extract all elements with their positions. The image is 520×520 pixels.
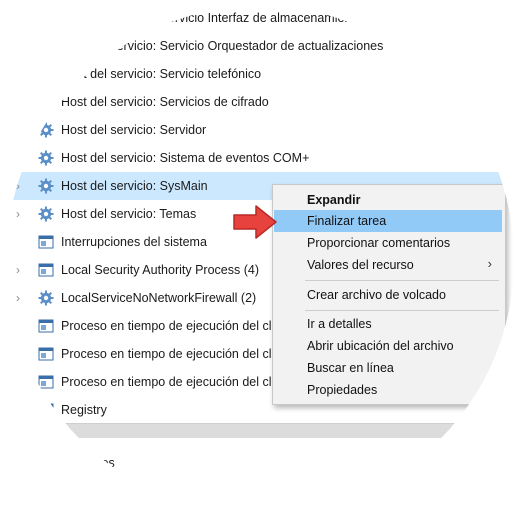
menu-item[interactable]: Ir a detalles xyxy=(274,313,502,335)
horizontal-scrollbar[interactable] xyxy=(0,423,520,438)
process-name: Host del servicio: Servicios de cifrado xyxy=(61,95,269,109)
process-name: Proceso en tiempo de ejecución del clien… xyxy=(61,347,299,361)
menu-item[interactable]: Buscar en línea xyxy=(274,357,502,379)
menu-item-label: Buscar en línea xyxy=(307,361,394,375)
window-icon xyxy=(38,346,54,362)
process-name: Host del servicio: Temas xyxy=(61,207,197,221)
window-icon xyxy=(38,262,54,278)
menu-separator xyxy=(305,280,499,281)
gear-icon xyxy=(38,290,54,306)
chevron-right-icon[interactable]: › xyxy=(16,263,26,277)
process-row[interactable]: Host del servicio: Sistema de eventos CO… xyxy=(0,144,520,172)
gear-icon xyxy=(38,66,54,82)
process-name: Proceso en tiempo de ejecución del clien… xyxy=(61,319,299,333)
window-icon xyxy=(38,402,54,418)
process-row[interactable]: Host del servicio: Servicio Orquestador … xyxy=(0,32,520,60)
menu-item[interactable]: Finalizar tarea xyxy=(274,210,502,232)
menu-separator xyxy=(305,310,499,311)
menu-item[interactable]: Abrir ubicación del archivo xyxy=(274,335,502,357)
window-icon xyxy=(38,374,54,390)
menu-item[interactable]: Propiedades xyxy=(274,379,502,401)
process-name: Host del servicio: Servidor xyxy=(61,123,207,137)
menu-item-label: Expandir xyxy=(307,193,361,207)
gear-icon xyxy=(38,122,54,138)
process-name: Host del servicio: Servicio Orquestador … xyxy=(61,39,384,53)
process-row[interactable]: Host del servicio: Servicios de cifrado xyxy=(0,88,520,116)
process-name: Host del servicio: Servicio Interfaz de … xyxy=(61,11,362,25)
submenu-arrow-icon: › xyxy=(487,256,492,271)
gear-icon xyxy=(38,178,54,194)
process-row[interactable]: Host del servicio: Servidor xyxy=(0,116,520,144)
gear-icon xyxy=(38,38,54,54)
window-icon xyxy=(38,234,54,250)
task-manager-view: Host del servicio: Servicio Interfaz de … xyxy=(0,0,520,520)
menu-item[interactable]: Valores del recurso › xyxy=(274,254,502,276)
context-menu: Expandir Finalizar tarea Proporcionar come… xyxy=(272,184,506,405)
process-row[interactable]: Host del servicio: Servicio Interfaz de … xyxy=(0,4,520,32)
process-name: Registry xyxy=(61,403,107,417)
menu-item-label: Ir a detalles xyxy=(307,317,372,331)
gear-icon xyxy=(38,206,54,222)
chevron-right-icon[interactable]: › xyxy=(16,207,26,221)
menu-item[interactable]: Proporcionar comentarios xyxy=(274,232,502,254)
process-name: Host del servicio: SysMain xyxy=(61,179,208,193)
menu-item-label: Propiedades xyxy=(307,383,378,397)
chevron-right-icon[interactable]: › xyxy=(16,291,26,305)
gear-icon xyxy=(38,150,54,166)
menu-item-label: Crear archivo de volcado xyxy=(307,288,446,302)
process-name: Local Security Authority Process (4) xyxy=(61,263,259,277)
menu-item-label: Valores del recurso xyxy=(307,258,414,272)
process-name: Proceso en tiempo de ejecución del clien… xyxy=(61,375,299,389)
process-name: Host del servicio: Servicio telefónico xyxy=(61,67,262,81)
gear-icon xyxy=(38,10,54,26)
process-name: Interrupciones del sistema xyxy=(61,235,207,249)
menu-item-label: Finalizar tarea xyxy=(307,214,387,228)
menu-item[interactable]: Expandir xyxy=(274,189,502,211)
menu-item-label: Proporcionar comentarios xyxy=(307,236,451,250)
menu-item-label: Abrir ubicación del archivo xyxy=(307,339,454,353)
red-arrow-annotation xyxy=(233,205,277,239)
process-row[interactable]: Host del servicio: Servicio telefónico xyxy=(0,60,520,88)
gear-icon xyxy=(38,94,54,110)
process-name: Host del servicio: Sistema de eventos CO… xyxy=(61,151,310,165)
process-name: LocalServiceNoNetworkFirewall (2) xyxy=(61,291,257,305)
fewer-details-link[interactable]: lles xyxy=(96,456,115,470)
window-icon xyxy=(38,318,54,334)
menu-item[interactable]: Crear archivo de volcado xyxy=(274,284,502,306)
chevron-right-icon[interactable]: › xyxy=(16,179,26,193)
